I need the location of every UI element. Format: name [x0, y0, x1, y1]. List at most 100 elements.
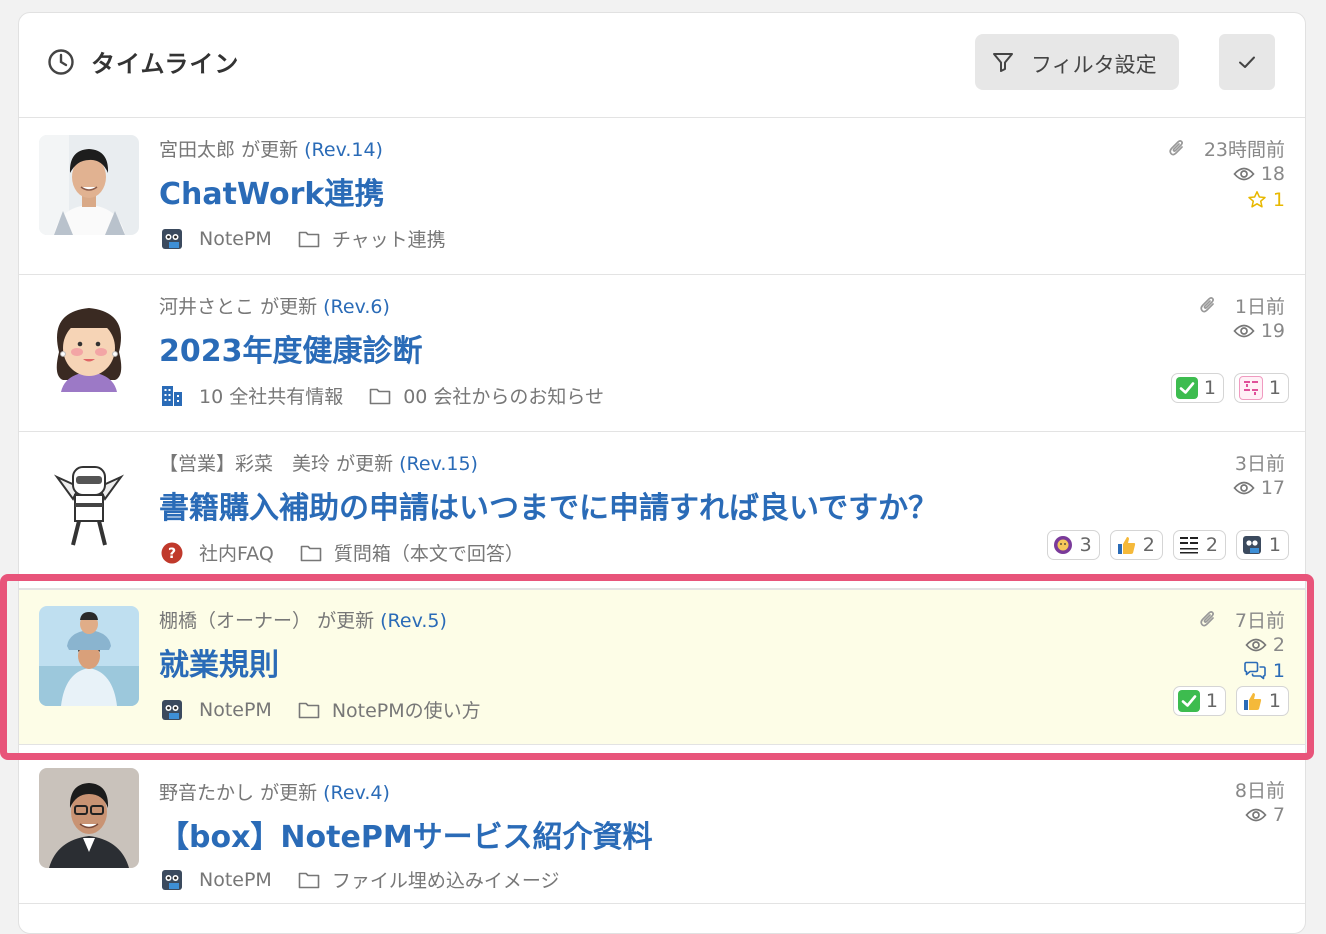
breadcrumb: NotePM NotePMの使い方	[159, 696, 481, 723]
updated-time: 3日前	[1234, 452, 1285, 475]
reaction-notepm[interactable]: 1	[1235, 530, 1289, 560]
space-link[interactable]: 10 全社共有情報	[199, 382, 343, 409]
filter-settings-button[interactable]: フィルタ設定	[975, 34, 1179, 90]
space-link[interactable]: NotePM	[199, 699, 272, 721]
folder-icon	[298, 231, 320, 247]
notepm-owl-icon	[162, 228, 182, 249]
author-name: 河井さとこ	[159, 296, 255, 318]
reaction-list: 1 1	[1163, 686, 1289, 716]
row-stats: 7日前 2 1	[1199, 606, 1285, 684]
author-name: 宮田太郎	[159, 139, 236, 161]
avatar	[39, 449, 139, 549]
timeline-header: タイムライン フィルタ設定	[19, 13, 1305, 118]
space-link[interactable]: NotePM	[199, 869, 272, 891]
view-count: 17	[1260, 477, 1285, 499]
update-meta: 棚橋（オーナー） が更新 (Rev.5)	[159, 606, 447, 633]
author-name: 棚橋（オーナー）	[159, 610, 312, 632]
avatar	[39, 292, 139, 392]
building-icon	[162, 385, 182, 406]
folder-link[interactable]: 00 会社からのお知らせ	[403, 382, 604, 409]
person-emoji-icon	[1052, 534, 1074, 556]
eye-icon	[1233, 324, 1255, 338]
avatar	[39, 768, 139, 868]
star-icon	[1248, 191, 1266, 208]
update-meta: 宮田太郎 が更新 (Rev.14)	[159, 135, 383, 162]
page-title-link[interactable]: 書籍購入補助の申請はいつまでに申請すれば良いですか？	[159, 483, 938, 527]
updated-time: 23時間前	[1203, 138, 1285, 161]
revision-link[interactable]: (Rev.14)	[304, 139, 383, 161]
reaction-list: 3 2 2 1	[1037, 530, 1289, 560]
space-link[interactable]: 社内FAQ	[199, 539, 274, 566]
reaction-count: 1	[1268, 534, 1281, 556]
reaction-thumbs-up[interactable]: 2	[1109, 530, 1163, 560]
update-action: が更新	[260, 782, 318, 804]
update-action: が更新	[241, 139, 299, 161]
page-title-link[interactable]: 就業規則	[159, 640, 279, 684]
paperclip-icon	[1169, 140, 1183, 156]
filter-settings-label: フィルタ設定	[1031, 53, 1157, 77]
row-stats: 23時間前 18 1	[1168, 135, 1285, 213]
update-meta: 【営業】彩菜 美玲 が更新 (Rev.15)	[159, 449, 478, 476]
author-name: 野音たかし	[159, 782, 255, 804]
page-title-link[interactable]: ChatWork連携	[159, 169, 384, 213]
folder-link[interactable]: NotePMの使い方	[332, 696, 481, 723]
eye-icon	[1245, 808, 1267, 822]
reaction-kakunin[interactable]: 2	[1172, 530, 1226, 560]
page-title-link[interactable]: 2023年度健康診断	[159, 326, 423, 370]
revision-link[interactable]: (Rev.5)	[380, 610, 447, 632]
ryoukai-desu-emoji-icon	[1238, 376, 1263, 400]
mark-read-button[interactable]	[1219, 34, 1275, 90]
revision-link[interactable]: (Rev.6)	[323, 296, 390, 318]
revision-link[interactable]: (Rev.4)	[323, 782, 390, 804]
reaction-check[interactable]: 1	[1170, 373, 1224, 403]
update-meta: 河井さとこ が更新 (Rev.6)	[159, 292, 390, 319]
clock-icon	[48, 49, 74, 75]
timeline-row[interactable]: 野音たかし が更新 (Rev.4) 【box】NotePMサービス紹介資料 No…	[19, 748, 1305, 904]
eye-icon	[1233, 481, 1255, 495]
svg-text:?: ?	[168, 546, 176, 562]
row-stats: 1日前 19	[1199, 292, 1285, 344]
paperclip-icon	[1200, 611, 1214, 627]
reaction-check[interactable]: 1	[1172, 686, 1226, 716]
page-title: タイムライン	[91, 50, 240, 78]
thumbs-up-emoji-icon	[1115, 534, 1137, 556]
folder-link[interactable]: 質問箱（本文で回答）	[334, 539, 524, 566]
star-count: 1	[1272, 189, 1285, 211]
reaction-count: 1	[1268, 377, 1281, 399]
breadcrumb: NotePM チャット連携	[159, 225, 446, 252]
timeline-row[interactable]: 宮田太郎 が更新 (Rev.14) ChatWork連携 NotePM チャット…	[19, 119, 1305, 275]
reaction-count: 1	[1203, 377, 1216, 399]
page-title-link[interactable]: 【box】NotePMサービス紹介資料	[159, 812, 653, 856]
check-emoji-icon	[1175, 377, 1198, 399]
space-link[interactable]: NotePM	[199, 228, 272, 250]
reaction-thumbs-up[interactable]: 1	[1235, 686, 1289, 716]
eye-icon	[1245, 638, 1267, 652]
update-action: が更新	[260, 296, 318, 318]
reaction-list: 1 1	[1161, 373, 1289, 403]
folder-icon	[298, 872, 320, 888]
check-icon	[1239, 56, 1255, 68]
folder-link[interactable]: チャット連携	[332, 225, 446, 252]
reaction-ryoukai[interactable]: 1	[1233, 373, 1289, 403]
comment-icon	[1244, 661, 1266, 680]
notepm-owl-icon	[1241, 534, 1263, 556]
timeline-card: タイムライン フィルタ設定 宮田太郎 が更新 (Rev.14) ChatWork…	[18, 12, 1306, 934]
folder-link[interactable]: ファイル埋め込みイメージ	[332, 866, 560, 893]
breadcrumb: ? 社内FAQ 質問箱（本文で回答）	[159, 539, 524, 566]
view-count: 7	[1272, 804, 1285, 826]
view-count: 18	[1260, 163, 1285, 185]
timeline-row[interactable]: 【営業】彩菜 美玲 が更新 (Rev.15) 書籍購入補助の申請はいつまでに申請…	[19, 433, 1305, 589]
timeline-row-highlighted[interactable]: 棚橋（オーナー） が更新 (Rev.5) 就業規則 NotePM NotePMの…	[19, 589, 1305, 745]
breadcrumb: NotePM ファイル埋め込みイメージ	[159, 866, 559, 893]
breadcrumb: 10 全社共有情報 00 会社からのお知らせ	[159, 382, 604, 409]
timeline-row[interactable]: 河井さとこ が更新 (Rev.6) 2023年度健康診断 10 全社共有情報 0…	[19, 276, 1305, 432]
avatar	[39, 606, 139, 706]
updated-time: 1日前	[1234, 295, 1285, 318]
filter-icon	[993, 53, 1013, 72]
updated-time: 7日前	[1234, 609, 1285, 632]
reaction-person[interactable]: 3	[1046, 530, 1100, 560]
revision-link[interactable]: (Rev.15)	[399, 453, 478, 475]
view-count: 2	[1272, 634, 1285, 656]
author-name: 【営業】彩菜 美玲	[159, 453, 331, 475]
avatar	[39, 135, 139, 235]
